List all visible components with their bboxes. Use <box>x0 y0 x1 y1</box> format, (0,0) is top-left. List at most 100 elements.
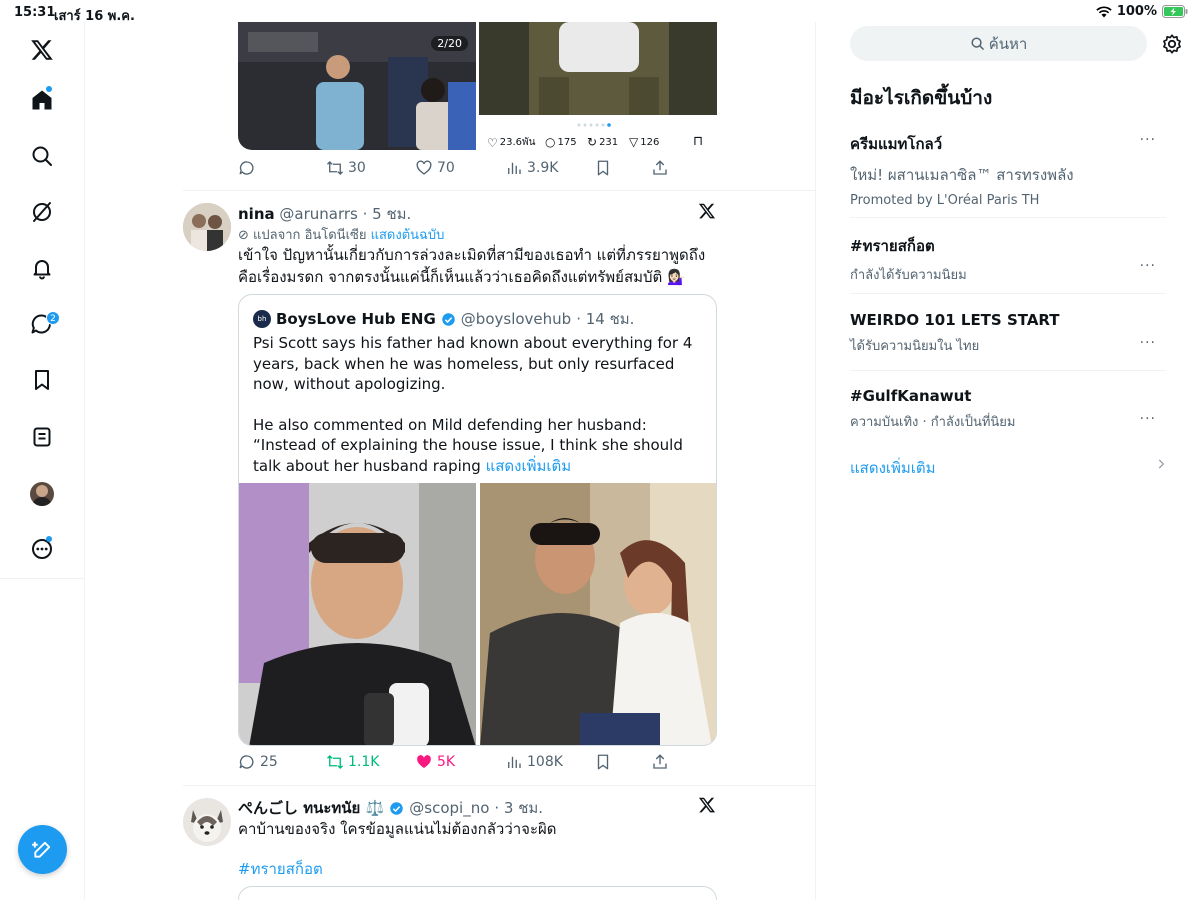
tweet-avatar-scopi[interactable] <box>183 798 231 846</box>
avatar-photo <box>183 203 231 251</box>
gear-icon[interactable] <box>1161 33 1183 55</box>
promoted-label: Promoted by L'Oréal Paris TH <box>850 193 1040 208</box>
messages-badge: 2 <box>46 311 60 325</box>
bookmarks-icon[interactable] <box>30 368 54 392</box>
sidebar-divider <box>0 578 84 579</box>
trend-title: #GulfKanawut <box>850 387 972 405</box>
translation-line: ⊘ แปลจาก อินโดนีเซีย แสดงต้นฉบับ <box>238 224 444 245</box>
home-unread-dot <box>46 86 52 92</box>
quote-photo-1[interactable] <box>239 483 476 745</box>
tweet-avatar-nina[interactable] <box>183 203 231 251</box>
notifications-icon[interactable] <box>30 256 54 280</box>
author-name[interactable]: nina <box>238 205 275 223</box>
x-logo-icon[interactable] <box>30 38 54 62</box>
trend-more-button[interactable]: ··· <box>1140 411 1156 427</box>
wifi-icon <box>1096 5 1112 17</box>
compose-button[interactable] <box>18 825 67 874</box>
views-button[interactable]: 108K <box>505 753 563 771</box>
status-time: 15:31 <box>14 5 56 20</box>
x-logo-icon <box>698 203 716 219</box>
prev-tweet-embed-video[interactable]: ♡ 23.6พัน ○ 175 ↻ 231 ▽ 126 ⊓ <box>479 22 717 150</box>
reply-button[interactable]: 25 <box>238 753 278 771</box>
photo-interview-man <box>239 483 476 745</box>
sidebar-nav: 2 <box>0 22 85 900</box>
reply-count: 25 <box>260 754 278 770</box>
share-button[interactable] <box>651 159 669 177</box>
repost-button[interactable]: 1.1K <box>326 753 379 771</box>
quote-author-handle: @boyslovehub <box>460 310 572 328</box>
avatar-face <box>36 485 48 497</box>
tweet-time[interactable]: · 3 ชม. <box>494 796 543 820</box>
battery-percent: 100% <box>1116 4 1157 19</box>
grok-icon[interactable] <box>30 200 54 224</box>
trend-title: WEIRDO 101 LETS START <box>850 311 1060 329</box>
lists-icon[interactable] <box>30 425 54 449</box>
trend-item-2[interactable]: #ทรายสก็อต กำลังได้รับความนิยม ··· <box>850 234 1166 285</box>
show-original-link[interactable]: แสดงต้นฉบับ <box>371 228 445 243</box>
repost-button[interactable]: 30 <box>326 159 366 177</box>
search-placeholder: ค้นหา <box>988 34 1028 53</box>
hashtag-link[interactable]: #ทรายสก็อต <box>238 858 708 880</box>
search-icon <box>971 37 984 50</box>
reply-icon <box>239 161 254 175</box>
trend-more-button[interactable]: ··· <box>1140 132 1156 148</box>
prev-tweet-photo-1[interactable]: 2/20 <box>238 22 476 150</box>
trend-item-4[interactable]: #GulfKanawut ความบันเทิง · กำลังเป็นที่น… <box>850 387 1166 432</box>
heart-icon <box>416 160 432 175</box>
views-count: 108K <box>527 754 563 770</box>
views-chart-icon <box>508 756 521 768</box>
views-button[interactable]: 3.9K <box>505 159 558 177</box>
like-button[interactable]: 5K <box>415 753 455 771</box>
search-inner: ค้นหา <box>850 26 1147 61</box>
search-box[interactable]: ค้นหา <box>850 26 1147 61</box>
trend-more-button[interactable]: ··· <box>1140 335 1156 351</box>
quote-spacer <box>253 395 703 415</box>
quote-time: · 14 ชม. <box>576 310 635 328</box>
bookmark-button[interactable] <box>594 753 612 771</box>
author-name[interactable]: ぺんごし ทนะทนัย ⚖️ <box>238 796 384 820</box>
x-logo-icon <box>698 797 716 813</box>
embed-like-count: 23.6พัน <box>499 137 536 148</box>
trend-context: ความบันเทิง · กำลังเป็นที่นิยม <box>850 415 1016 430</box>
share-button[interactable] <box>651 753 669 771</box>
quote-paragraph-1: Psi Scott says his father had known abou… <box>253 334 693 393</box>
trend-item-promoted[interactable]: ครีมแมทโกลว์ ใหม่! ผสานเมลาซิล™ สารทรงพล… <box>850 132 1166 208</box>
show-more-link[interactable]: แสดงเพิ่มเติม <box>850 456 936 480</box>
heart-outline-icon: ♡ <box>487 135 498 150</box>
reply-button[interactable] <box>238 159 256 177</box>
quote-avatar: bh <box>253 310 271 328</box>
more-unread-dot <box>46 536 52 542</box>
quote-header: bh BoysLove Hub ENG @boyslovehub · 14 ชม… <box>253 307 634 331</box>
repost-icon <box>327 755 343 769</box>
embed-bookmark-icon: ⊓ <box>693 134 704 149</box>
send-icon: ▽ <box>629 135 639 149</box>
reply-outline-icon: ○ <box>545 135 556 149</box>
repost-icon <box>327 161 343 175</box>
author-handle[interactable]: @scopi_no <box>409 799 489 817</box>
tweet-header: ぺんごし ทนะทนัย ⚖️ @scopi_no · 3 ชม. <box>238 796 543 820</box>
trend-divider <box>850 293 1166 294</box>
tweet-time[interactable]: · 5 ชม. <box>363 205 412 223</box>
reply-icon <box>239 755 254 769</box>
quote-photo-2[interactable] <box>480 483 716 745</box>
quote-author-name: BoysLove Hub ENG <box>276 310 436 328</box>
trend-item-3[interactable]: WEIRDO 101 LETS START ได้รับความนิยมใน ไ… <box>850 311 1166 356</box>
like-button[interactable]: 70 <box>415 159 455 177</box>
share-icon <box>653 754 667 769</box>
photo-couple <box>480 483 716 745</box>
search-icon[interactable] <box>30 144 54 168</box>
quote-show-more-link[interactable]: แสดงเพิ่มเติม <box>486 457 572 475</box>
quote-tweet-card[interactable] <box>238 886 717 900</box>
repost-count: 30 <box>348 160 366 176</box>
profile-avatar[interactable] <box>30 482 54 506</box>
trend-more-button[interactable]: ··· <box>1140 258 1156 274</box>
bookmark-button[interactable] <box>594 159 612 177</box>
quote-tweet-card[interactable]: bh BoysLove Hub ENG @boyslovehub · 14 ชม… <box>238 294 717 746</box>
timeline-feed: 2/20 ♡ 23.6พัน ○ 175 ↻ 231 ▽ 126 ⊓ 30 70 3.9… <box>85 22 816 900</box>
prev-tweet-actions: 30 70 3.9K <box>238 159 668 179</box>
status-bar: 15:31 เสาร์ 16 พ.ค. 100% <box>0 0 1200 24</box>
quote-paragraph-2: He also commented on Mild defending her … <box>253 415 703 477</box>
author-handle[interactable]: @arunarrs <box>279 205 357 223</box>
avatar-body <box>32 497 52 506</box>
embed-repost-count: 231 <box>599 136 619 148</box>
